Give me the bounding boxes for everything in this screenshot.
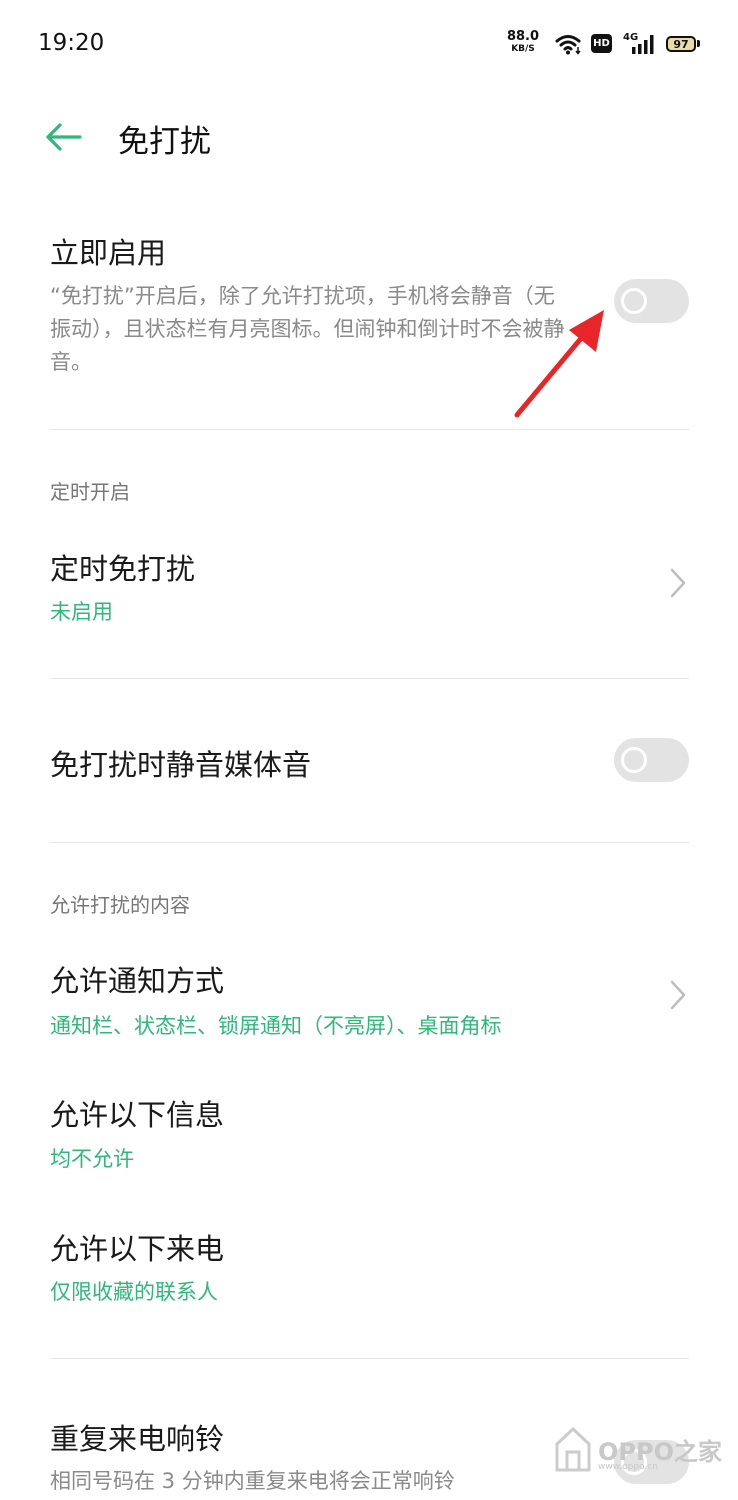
scheduled-dnd-title[interactable]: 定时免打扰 (50, 546, 195, 588)
toggle-knob (621, 288, 647, 314)
allowed-notification-title[interactable]: 允许通知方式 (50, 958, 224, 1000)
divider (50, 678, 689, 679)
allowed-calls-title[interactable]: 允许以下来电 (50, 1226, 224, 1268)
immediate-enable-description: “免打扰”开启后，除了允许打扰项，手机将会静音（无振动），且状态栏有月亮图标。但… (50, 284, 565, 374)
allowed-messages-value: 均不允许 (50, 1147, 134, 1171)
network-speed: 88.0 KB/S (506, 29, 540, 55)
allowed-messages-title[interactable]: 允许以下信息 (50, 1092, 224, 1134)
mute-media-toggle[interactable] (614, 738, 689, 782)
immediate-enable-toggle[interactable] (614, 279, 689, 323)
divider (50, 842, 689, 843)
section-scheduled: 定时开启 (50, 480, 130, 504)
allowed-notification-value: 通知栏、状态栏、锁屏通知（不亮屏）、桌面角标 (50, 1014, 502, 1038)
divider (50, 429, 689, 430)
signal-icon (632, 35, 654, 54)
toggle-knob (621, 747, 647, 773)
allowed-calls-value: 仅限收藏的联系人 (50, 1280, 218, 1304)
chevron-right-icon[interactable] (666, 566, 690, 600)
watermark-url: www.oppo.cn (598, 1462, 658, 1472)
network-speed-unit: KB/S (511, 44, 535, 54)
chevron-right-icon[interactable] (666, 978, 690, 1012)
section-allowed: 允许打扰的内容 (50, 893, 190, 917)
status-time: 19:20 (38, 30, 105, 56)
watermark-house-icon (555, 1427, 591, 1472)
divider (50, 1358, 689, 1359)
repeat-call-description: 相同号码在 3 分钟内重复来电将会正常响铃 (50, 1469, 455, 1493)
wifi-icon (555, 35, 581, 55)
arrow-left-icon[interactable] (44, 120, 84, 154)
battery-tip (697, 40, 700, 47)
page-title: 免打扰 (118, 124, 211, 160)
hd-voice-icon: HD (591, 34, 612, 53)
battery-icon: 97 (666, 36, 696, 52)
repeat-call-title: 重复来电响铃 (50, 1422, 225, 1456)
annotation-arrow-icon (514, 310, 604, 418)
immediate-enable-title: 立即启用 (50, 236, 167, 270)
scheduled-dnd-value: 未启用 (50, 600, 113, 624)
mute-media-title: 免打扰时静音媒体音 (50, 748, 312, 782)
network-speed-value: 88.0 (506, 29, 540, 44)
